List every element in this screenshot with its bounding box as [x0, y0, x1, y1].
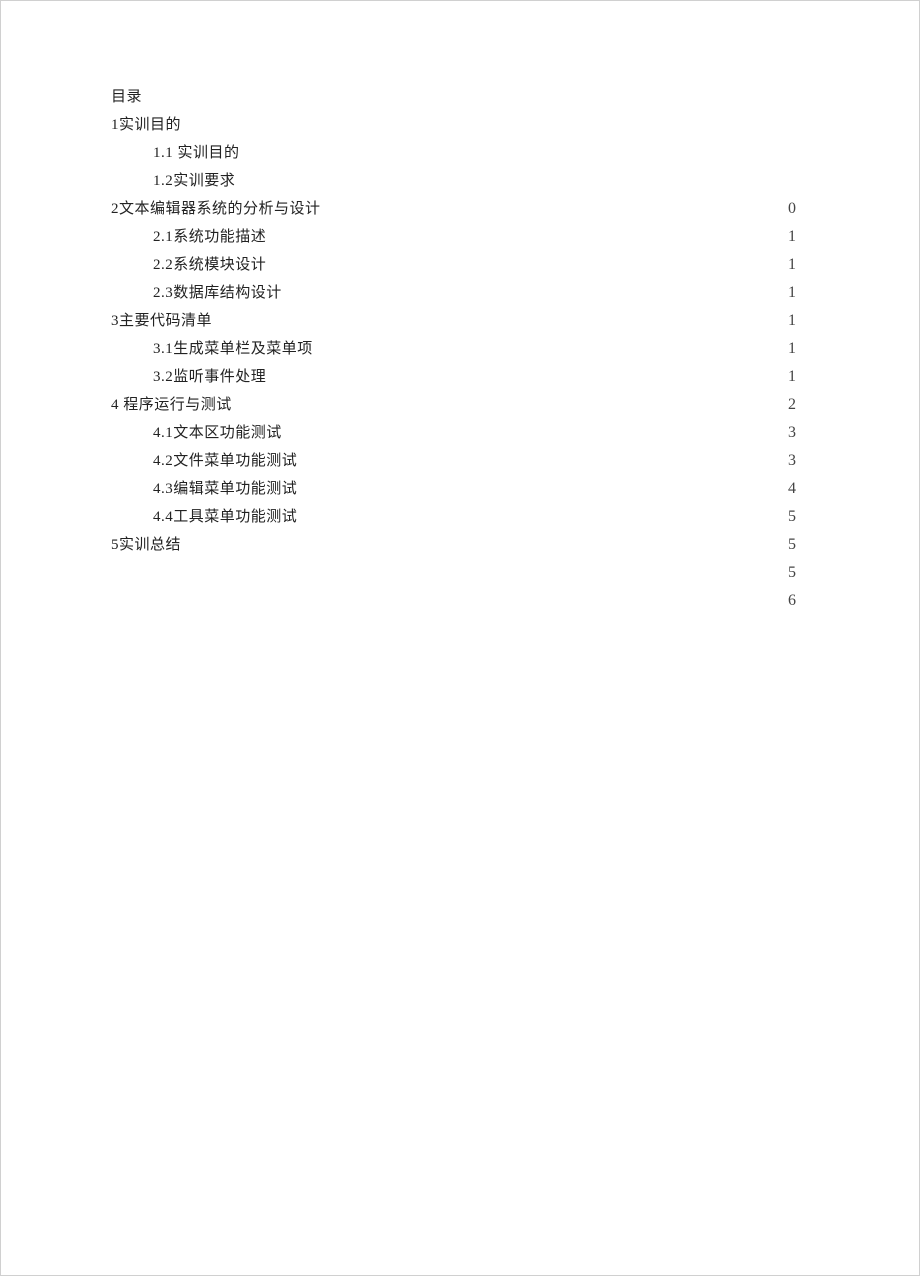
toc-entry: 1.1 实训目的 — [153, 139, 811, 167]
toc-leader-dots — [297, 450, 811, 465]
page-number: 0 — [777, 195, 807, 223]
page-number: 5 — [777, 503, 807, 531]
toc-entry: 1实训目的 — [111, 111, 811, 139]
toc-leader-dots — [266, 254, 811, 269]
toc-label: 目录 — [111, 83, 142, 111]
page-number: 1 — [777, 251, 807, 279]
page-number: 3 — [777, 447, 807, 475]
toc-label: 3主要代码清单 — [111, 307, 212, 335]
toc-label: 2.2系统模块设计 — [153, 251, 266, 279]
toc-entry: 1.2实训要求 — [153, 167, 811, 195]
toc-entry: 3.1生成菜单栏及菜单项 — [153, 335, 811, 363]
page-number: 1 — [777, 363, 807, 391]
toc-label: 1.2实训要求 — [153, 167, 235, 195]
toc-leader-dots — [266, 366, 811, 381]
page-number: 1 — [777, 279, 807, 307]
page-number: 6 — [777, 587, 807, 615]
toc-leader-dots — [212, 310, 811, 325]
toc-label: 3.1生成菜单栏及菜单项 — [153, 335, 313, 363]
toc-label: 2.1系统功能描述 — [153, 223, 266, 251]
toc-entry: 4.1文本区功能测试 — [153, 419, 811, 447]
toc-entry: 4.3编辑菜单功能测试 — [153, 475, 811, 503]
toc-leader-dots — [313, 338, 811, 353]
page-number: 4 — [777, 475, 807, 503]
toc-entry: 4 程序运行与测试 — [111, 391, 811, 419]
page-number: 3 — [777, 419, 807, 447]
toc-label: 2文本编辑器系统的分析与设计 — [111, 195, 321, 223]
toc-entry: 3.2监听事件处理 — [153, 363, 811, 391]
toc-label: 4.4工具菜单功能测试 — [153, 503, 297, 531]
toc-leader-dots — [297, 478, 811, 493]
page-number: 1 — [777, 223, 807, 251]
toc-entry: 4.2文件菜单功能测试 — [153, 447, 811, 475]
toc-label: 1实训目的 — [111, 111, 181, 139]
toc-label: 5实训总结 — [111, 531, 181, 559]
toc-label: 2.3数据库结构设计 — [153, 279, 282, 307]
toc-leader-dots — [282, 282, 811, 297]
toc-leader-dots — [321, 198, 811, 213]
page-number-column: 011111123345556 — [777, 195, 807, 615]
toc-label: 4.1文本区功能测试 — [153, 419, 282, 447]
toc-entry: 2.1系统功能描述 — [153, 223, 811, 251]
toc-leader-dots — [181, 534, 811, 549]
toc-leader-dots — [142, 86, 811, 101]
page-number: 1 — [777, 307, 807, 335]
toc-label: 4.2文件菜单功能测试 — [153, 447, 297, 475]
toc-entry: 目录 — [111, 83, 811, 111]
toc-entry: 2.3数据库结构设计 — [153, 279, 811, 307]
toc-entry: 4.4工具菜单功能测试 — [153, 503, 811, 531]
toc-label: 3.2监听事件处理 — [153, 363, 266, 391]
toc-leader-dots — [232, 394, 811, 409]
page-number: 5 — [777, 531, 807, 559]
page-number: 1 — [777, 335, 807, 363]
toc-label: 4 程序运行与测试 — [111, 391, 232, 419]
toc-leader-dots — [240, 142, 811, 157]
toc-entry: 5实训总结 — [111, 531, 811, 559]
toc-entry: 2文本编辑器系统的分析与设计 — [111, 195, 811, 223]
toc-entry: 2.2系统模块设计 — [153, 251, 811, 279]
toc-leader-dots — [181, 114, 811, 129]
toc-leader-dots — [297, 506, 811, 521]
toc-container: 目录1实训目的1.1 实训目的1.2实训要求2文本编辑器系统的分析与设计2.1系… — [111, 83, 811, 559]
toc-entry: 3主要代码清单 — [111, 307, 811, 335]
toc-label: 4.3编辑菜单功能测试 — [153, 475, 297, 503]
page-number: 5 — [777, 559, 807, 587]
page-number: 2 — [777, 391, 807, 419]
document-page: 目录1实训目的1.1 实训目的1.2实训要求2文本编辑器系统的分析与设计2.1系… — [0, 0, 920, 1276]
toc-leader-dots — [266, 226, 811, 241]
toc-leader-dots — [235, 170, 811, 185]
toc-label: 1.1 实训目的 — [153, 139, 240, 167]
toc-leader-dots — [282, 422, 811, 437]
